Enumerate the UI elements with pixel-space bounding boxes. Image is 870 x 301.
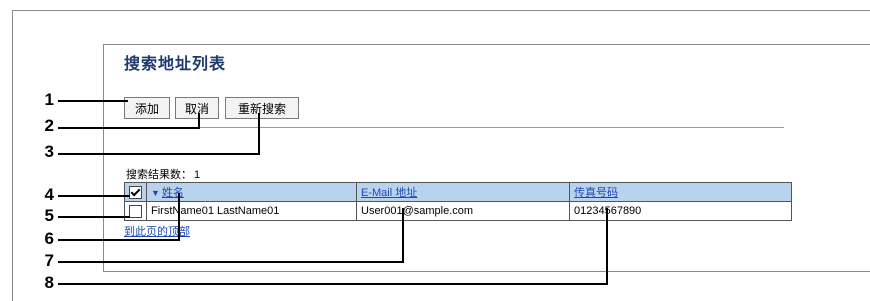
callout-line-2v: [198, 113, 200, 129]
callout-line-6v: [178, 193, 180, 241]
email-header: E-Mail 地址: [356, 182, 570, 202]
divider: [124, 127, 784, 128]
result-count-value: 1: [194, 169, 201, 181]
row-email[interactable]: User001@sample.com: [356, 201, 570, 221]
select-all-cell: [124, 182, 147, 202]
row-fax[interactable]: 01234567890: [569, 201, 792, 221]
back-to-top-link[interactable]: 到此页的顶部: [124, 223, 190, 239]
callout-6: 6: [44, 229, 54, 248]
callout-3: 3: [44, 142, 54, 161]
callout-5: 5: [44, 206, 54, 225]
page-title: 搜索地址列表: [124, 54, 227, 73]
callout-7: 7: [44, 251, 54, 270]
callout-line-8v: [606, 208, 608, 285]
callout-1: 1: [44, 90, 54, 109]
add-button[interactable]: 添加: [124, 97, 170, 119]
row-checkbox[interactable]: [129, 204, 142, 218]
table-header-row: ▼ 姓名 E-Mail 地址 传真号码: [124, 182, 792, 202]
callout-line-3: [58, 153, 260, 155]
fax-column-link[interactable]: 传真号码: [574, 187, 618, 199]
callout-line-6: [58, 239, 180, 241]
select-all-checkbox[interactable]: [129, 185, 142, 199]
table-row: FirstName01 LastName01 User001@sample.co…: [124, 201, 792, 221]
name-column-link[interactable]: 姓名: [162, 187, 184, 199]
callout-line-5: [58, 216, 130, 218]
address-table: ▼ 姓名 E-Mail 地址 传真号码 FirstName01 LastName0…: [124, 182, 792, 221]
callout-4: 4: [44, 185, 54, 204]
fax-header: 传真号码: [569, 182, 792, 202]
callout-2: 2: [44, 116, 54, 135]
result-count-label: 搜索结果数：: [126, 169, 192, 181]
callout-8: 8: [44, 273, 54, 292]
callout-line-1: [58, 100, 128, 102]
callout-line-8: [58, 283, 608, 285]
callout-line-2: [58, 127, 200, 129]
callout-line-7: [58, 261, 404, 263]
callout-line-4: [58, 195, 130, 197]
content-panel: [103, 44, 870, 272]
email-column-link[interactable]: E-Mail 地址: [361, 187, 417, 199]
result-count: 搜索结果数： 1: [124, 166, 200, 182]
callout-line-7v: [402, 208, 404, 263]
cancel-button[interactable]: 取消: [175, 97, 219, 119]
sort-desc-icon: ▼: [151, 188, 160, 198]
research-button[interactable]: 重新搜索: [225, 97, 299, 119]
callout-line-3v: [258, 113, 260, 155]
